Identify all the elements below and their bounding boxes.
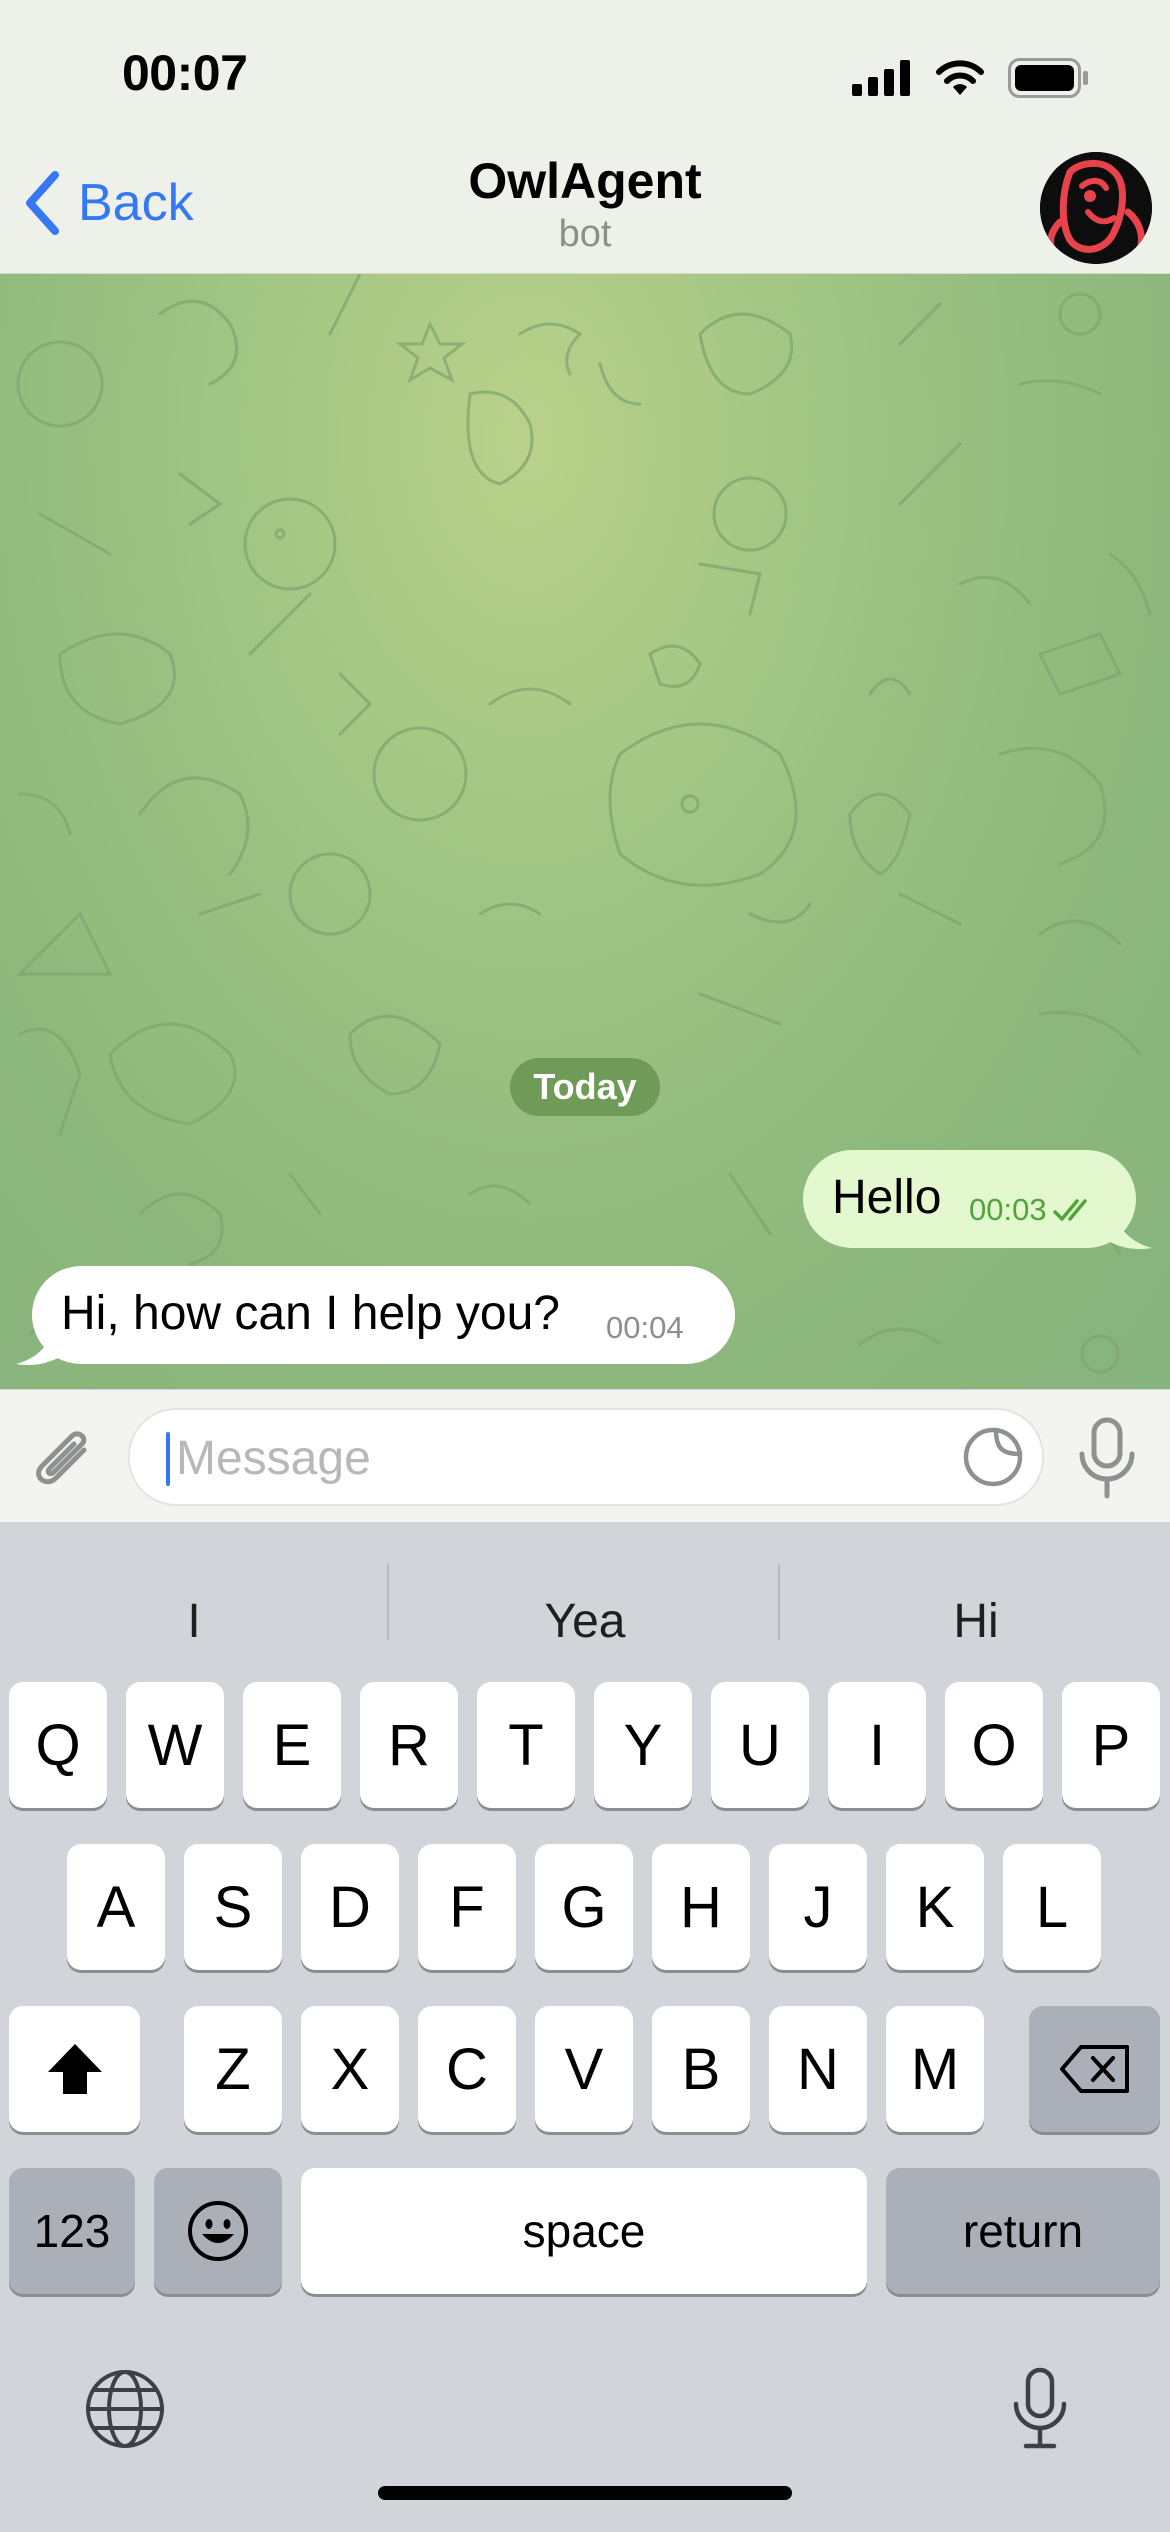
emoji-key[interactable] <box>154 2168 282 2294</box>
suggestion-2[interactable]: Yea <box>391 1562 779 1672</box>
shift-key[interactable] <box>9 2006 140 2132</box>
message-bubble-incoming[interactable]: Hi, how can I help you? 00:04 <box>32 1266 735 1364</box>
key-k[interactable]: K <box>886 1844 984 1970</box>
key-p[interactable]: P <box>1062 1682 1160 1808</box>
key-i[interactable]: I <box>828 1682 926 1808</box>
key-t[interactable]: T <box>477 1682 575 1808</box>
key-v[interactable]: V <box>535 2006 633 2132</box>
key-b[interactable]: B <box>652 2006 750 2132</box>
shift-icon <box>47 2044 102 2094</box>
key-a[interactable]: A <box>67 1844 165 1970</box>
message-bubble-outgoing[interactable]: Hello 00:03 <box>803 1150 1136 1248</box>
globe-icon[interactable] <box>84 2368 166 2450</box>
message-text: Hi, how can I help you? <box>61 1287 560 1340</box>
emoji-icon <box>188 2201 248 2261</box>
suggestion-divider <box>778 1564 780 1640</box>
key-j[interactable]: J <box>769 1844 867 1970</box>
return-key[interactable]: return <box>886 2168 1160 2294</box>
key-x[interactable]: X <box>301 2006 399 2132</box>
battery-icon <box>1008 58 1088 98</box>
space-key[interactable]: space <box>301 2168 867 2294</box>
double-check-icon <box>1052 1199 1087 1221</box>
key-w[interactable]: W <box>126 1682 224 1808</box>
microphone-icon[interactable] <box>1074 1414 1140 1502</box>
paperclip-icon[interactable] <box>28 1420 100 1494</box>
status-icons <box>852 58 1090 98</box>
message-text: Hello <box>832 1171 942 1224</box>
chat-title[interactable]: OwlAgent <box>0 152 1170 210</box>
owl-logo-icon <box>1040 152 1152 264</box>
suggestion-divider <box>387 1564 389 1640</box>
message-input[interactable] <box>174 1420 878 1496</box>
suggestion-3[interactable]: Hi <box>782 1562 1170 1672</box>
backspace-key[interactable] <box>1029 2006 1160 2132</box>
key-o[interactable]: O <box>945 1682 1043 1808</box>
key-g[interactable]: G <box>535 1844 633 1970</box>
message-time: 00:04 <box>606 1310 684 1345</box>
home-indicator[interactable] <box>378 2486 792 2500</box>
text-cursor <box>166 1432 170 1486</box>
key-s[interactable]: S <box>184 1844 282 1970</box>
numbers-key[interactable]: 123 <box>9 2168 135 2294</box>
wifi-icon <box>936 60 984 95</box>
date-separator: Today <box>510 1058 660 1116</box>
key-y[interactable]: Y <box>594 1682 692 1808</box>
key-n[interactable]: N <box>769 2006 867 2132</box>
key-e[interactable]: E <box>243 1682 341 1808</box>
message-field[interactable] <box>128 1408 1044 1506</box>
key-m[interactable]: M <box>886 2006 984 2132</box>
key-d[interactable]: D <box>301 1844 399 1970</box>
cellular-signal-icon <box>852 60 910 96</box>
key-h[interactable]: H <box>652 1844 750 1970</box>
key-r[interactable]: R <box>360 1682 458 1808</box>
status-time: 00:07 <box>122 45 248 101</box>
key-z[interactable]: Z <box>184 2006 282 2132</box>
backspace-icon <box>1059 2045 1129 2093</box>
message-time: 00:03 <box>969 1192 1047 1227</box>
chat-area[interactable]: Today Hello 00:03 Hi, how can I help you… <box>0 274 1170 1389</box>
suggestion-1[interactable]: I <box>0 1562 388 1672</box>
key-u[interactable]: U <box>711 1682 809 1808</box>
key-l[interactable]: L <box>1003 1844 1101 1970</box>
top-bar: 00:07 Back OwlAgent bot <box>0 0 1170 274</box>
keyboard: I Yea Hi Q W E R T Y U I O P A S D F G H… <box>0 1522 1170 2532</box>
avatar[interactable] <box>1040 152 1152 264</box>
message-input-bar <box>0 1390 1170 1522</box>
key-q[interactable]: Q <box>9 1682 107 1808</box>
key-f[interactable]: F <box>418 1844 516 1970</box>
chat-subtitle: bot <box>558 213 612 255</box>
key-c[interactable]: C <box>418 2006 516 2132</box>
dictation-microphone-icon[interactable] <box>1010 2366 1070 2452</box>
sticker-icon[interactable] <box>960 1424 1026 1490</box>
message-meta: 00:03 <box>969 1192 1097 1228</box>
